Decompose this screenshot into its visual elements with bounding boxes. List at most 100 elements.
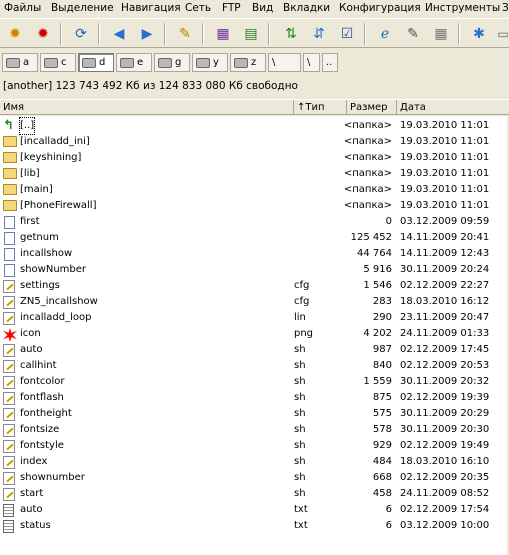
drive-button[interactable]: a — [2, 53, 38, 72]
file-size: 5 916 — [363, 264, 392, 275]
file-row[interactable]: shownumber sh 668 02.12.2009 20:35 — [0, 470, 509, 486]
window-icon[interactable]: ▭ — [492, 23, 509, 45]
file-row[interactable]: [PhoneFirewall] <папка> 19.03.2010 11:01 — [0, 198, 509, 214]
menu-bar: Файлы Выделение Навигация Сеть FTP Вид В… — [0, 0, 509, 17]
file-row[interactable]: fontcolor sh 1 559 30.11.2009 20:32 — [0, 374, 509, 390]
star-icon[interactable]: ✱ — [468, 23, 490, 45]
file-row[interactable]: index sh 484 18.03.2010 16:10 — [0, 454, 509, 470]
drive-button[interactable]: y — [192, 53, 228, 72]
file-row[interactable]: [incalladd_ini] <папка> 19.03.2010 11:01 — [0, 134, 509, 150]
file-size: 668 — [372, 472, 392, 483]
image-file-icon — [3, 328, 17, 342]
file-row[interactable]: icon png 4 202 24.11.2009 01:33 — [0, 326, 509, 342]
column-type[interactable]: ↑Тип — [294, 100, 347, 115]
menu-navigation[interactable]: Навигация — [121, 2, 181, 14]
file-row[interactable]: fontsize sh 578 30.11.2009 20:30 — [0, 422, 509, 438]
drive-button[interactable]: c — [40, 53, 76, 72]
up-arrow-icon: ↰ — [3, 118, 14, 133]
file-row[interactable]: incallshow 44 764 14.11.2009 12:43 — [0, 246, 509, 262]
config-gear-icon[interactable]: ✹ — [32, 23, 54, 45]
drive-button[interactable]: \ — [303, 53, 320, 72]
refresh-icon[interactable]: ⟳ — [70, 23, 92, 45]
notepad-icon[interactable]: ✎ — [402, 23, 424, 45]
file-type: sh — [294, 472, 306, 483]
checklist-icon[interactable]: ☑ — [336, 23, 358, 45]
column-date[interactable]: Дата — [397, 100, 509, 115]
drive-letter: d — [99, 57, 106, 68]
settings-gear-icon[interactable]: ✹ — [4, 23, 26, 45]
drive-button[interactable]: e — [116, 53, 152, 72]
drive-button[interactable]: \ — [268, 53, 301, 72]
menu-view[interactable]: Вид — [252, 2, 273, 14]
folder-icon — [3, 168, 17, 180]
file-row[interactable]: auto txt 6 02.12.2009 17:54 — [0, 502, 509, 518]
file-row[interactable]: fontstyle sh 929 02.12.2009 19:49 — [0, 438, 509, 454]
file-row[interactable]: incalladd_loop lin 290 23.11.2009 20:47 — [0, 310, 509, 326]
file-row[interactable]: first 0 03.12.2009 09:59 — [0, 214, 509, 230]
menu-tabs[interactable]: Вкладки — [283, 2, 330, 14]
drive-button[interactable]: z — [230, 53, 266, 72]
script-file-icon — [3, 360, 17, 373]
file-row[interactable]: [lib] <папка> 19.03.2010 11:01 — [0, 166, 509, 182]
script-file-icon — [3, 344, 17, 357]
file-row[interactable]: fontflash sh 875 02.12.2009 19:39 — [0, 390, 509, 406]
file-name: incalladd_loop — [20, 312, 92, 323]
file-row[interactable]: [main] <папка> 19.03.2010 11:01 — [0, 182, 509, 198]
file-type: sh — [294, 488, 306, 499]
menu-network[interactable]: Сеть — [185, 2, 211, 14]
script-file-icon — [3, 312, 17, 325]
file-icon — [3, 232, 17, 245]
calculator-icon[interactable]: ▦ — [430, 23, 452, 45]
unpack-icon[interactable]: ▤ — [240, 23, 262, 45]
column-size[interactable]: Размер — [347, 100, 397, 115]
file-row[interactable]: auto sh 987 02.12.2009 17:45 — [0, 342, 509, 358]
drive-button[interactable]: d — [78, 53, 114, 72]
menu-more[interactable]: З — [502, 2, 509, 14]
file-date: 19.03.2010 11:01 — [400, 200, 490, 211]
drive-button[interactable]: g — [154, 53, 190, 72]
drive-letter: c — [61, 57, 67, 68]
sync-arrows-icon[interactable]: ⇅ — [280, 23, 302, 45]
archive-icon[interactable]: ▦ — [212, 23, 234, 45]
file-row[interactable]: ZN5_incallshow cfg 283 18.03.2010 16:12 — [0, 294, 509, 310]
back-arrow-icon[interactable]: ◀ — [108, 23, 130, 45]
menu-ftp[interactable]: FTP — [222, 2, 241, 14]
file-row[interactable]: start sh 458 24.11.2009 08:52 — [0, 486, 509, 502]
file-size: 987 — [372, 344, 392, 355]
file-type: txt — [294, 504, 308, 515]
file-type: png — [294, 328, 314, 339]
drive-button[interactable]: .. — [322, 53, 338, 72]
file-row[interactable]: ↰ [..] <папка> 19.03.2010 11:01 — [0, 117, 509, 135]
file-row[interactable]: callhint sh 840 02.12.2009 20:53 — [0, 358, 509, 374]
drive-letter: e — [137, 57, 144, 68]
menu-configuration[interactable]: Конфигурация — [339, 2, 421, 14]
menu-files[interactable]: Файлы — [4, 2, 41, 14]
browser-icon[interactable]: ℯ — [374, 23, 396, 45]
file-name: [main] — [20, 184, 53, 195]
file-row[interactable]: fontheight sh 575 30.11.2009 20:29 — [0, 406, 509, 422]
script-file-icon — [3, 296, 17, 309]
file-row[interactable]: settings cfg 1 546 02.12.2009 22:27 — [0, 278, 509, 294]
file-size: <папка> — [343, 168, 392, 179]
file-row[interactable]: [keyshining] <папка> 19.03.2010 11:01 — [0, 150, 509, 166]
drive-letter: z — [251, 57, 257, 68]
file-name: fontsize — [20, 424, 60, 435]
file-size: 290 — [372, 312, 392, 323]
file-size: 575 — [372, 408, 392, 419]
forward-arrow-icon[interactable]: ▶ — [136, 23, 158, 45]
sort-icon[interactable]: ⇵ — [308, 23, 330, 45]
plugin-icon[interactable]: ✎ — [174, 23, 196, 45]
file-date: 02.12.2009 19:49 — [400, 440, 490, 451]
file-date: 19.03.2010 11:01 — [400, 152, 490, 163]
drive-icon — [82, 57, 96, 68]
file-row[interactable]: status txt 6 03.12.2009 10:00 — [0, 518, 509, 534]
toolbar-separator — [268, 23, 270, 45]
file-type: sh — [294, 344, 306, 355]
menu-selection[interactable]: Выделение — [51, 2, 114, 14]
file-row[interactable]: getnum 125 452 14.11.2009 20:41 — [0, 230, 509, 246]
column-name[interactable]: Имя — [0, 100, 294, 115]
file-type: sh — [294, 424, 306, 435]
file-name: ZN5_incallshow — [20, 296, 98, 307]
menu-tools[interactable]: Инструменты — [425, 2, 500, 14]
file-row[interactable]: showNumber 5 916 30.11.2009 20:24 — [0, 262, 509, 278]
